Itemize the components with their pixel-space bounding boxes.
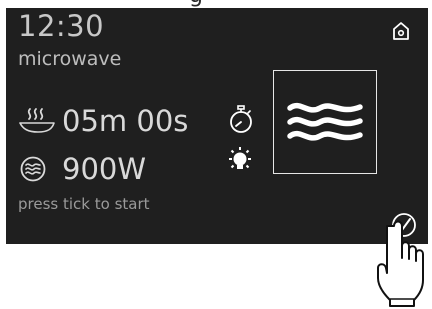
microwave-waves-icon xyxy=(287,102,363,141)
top-text-fragment: g xyxy=(189,0,203,8)
home-icon xyxy=(393,22,409,40)
duration-value: 05m 00s xyxy=(62,104,189,138)
appliance-display: g 12:30 microwave 05m 00s xyxy=(0,0,432,309)
oven-screen: 12:30 microwave 05m 00s 900W press tick … xyxy=(6,8,428,244)
start-hint: press tick to start xyxy=(18,195,150,213)
microwave-mode-tile[interactable] xyxy=(273,70,377,174)
home-button[interactable] xyxy=(390,20,412,42)
cooking-duration-icon xyxy=(18,105,60,137)
stopwatch-icon xyxy=(230,105,252,133)
clock-time: 12:30 xyxy=(18,9,105,43)
light-bulb-icon xyxy=(229,147,251,169)
power-value: 900W xyxy=(62,152,147,186)
mode-label: microwave xyxy=(18,48,122,70)
light-button[interactable] xyxy=(226,146,254,174)
microwave-power-icon xyxy=(18,153,56,185)
cooking-duration[interactable]: 05m 00s xyxy=(18,104,188,138)
timer-button[interactable] xyxy=(228,105,254,135)
hand-pointer-icon xyxy=(377,220,424,307)
microwave-power[interactable]: 900W xyxy=(18,152,146,186)
